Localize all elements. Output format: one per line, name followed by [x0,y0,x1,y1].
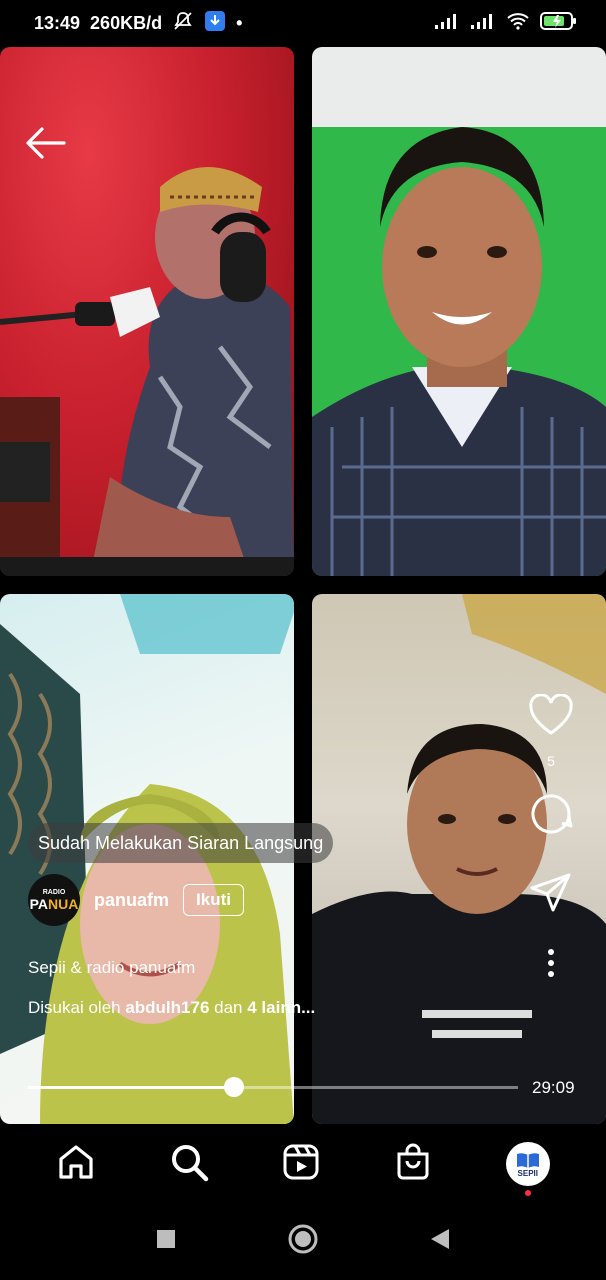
wifi-icon [506,12,530,35]
data-rate: 260KB/d [90,12,163,33]
system-nav [0,1202,606,1280]
clock: 13:49 [34,12,81,33]
heart-icon[interactable] [528,693,574,741]
avatar-logo-nua: NUA [48,896,79,912]
status-dot: • [236,12,243,33]
avatar-logo-pa: PA [29,896,49,912]
comment-icon[interactable] [528,791,574,842]
liked-others[interactable]: 4 lainn... [247,998,315,1017]
live-caption: Sudah Melakukan Siaran Langsung [38,832,324,853]
progress-knob[interactable] [223,1077,244,1097]
elapsed-time: 29:09 [532,1078,575,1097]
playback-progress[interactable] [28,1077,518,1097]
book-logo-icon [516,1152,539,1168]
more-options-icon[interactable] [546,947,556,984]
liked-prefix: Disukai oleh [28,998,126,1017]
liked-mid: dan [209,998,248,1017]
profile-avatar[interactable]: SEPII [505,1142,550,1196]
like-count: 5 [547,753,555,769]
profile-logo-text: SEPII [517,1168,538,1178]
home-system-icon[interactable] [287,1223,319,1260]
signal-icon-2 [470,12,496,35]
status-bar: 13:49 260KB/d • [0,0,606,46]
back-button[interactable] [24,125,68,161]
liked-by[interactable]: Disukai oleh abdulh176 dan 4 lainn... [28,998,315,1018]
guest-green-figure [312,127,606,576]
back-system-icon[interactable] [429,1227,451,1256]
battery-icon [540,11,578,36]
search-icon[interactable] [169,1142,209,1187]
bottom-nav: SEPII [0,1126,606,1202]
notification-dot [524,1190,531,1196]
video-tile-host[interactable] [0,47,294,576]
home-icon[interactable] [56,1142,96,1187]
recent-apps-icon[interactable] [155,1228,177,1255]
share-icon[interactable] [529,872,573,919]
post-description: Sepii & radio panuafm [28,958,196,977]
owner-row: RADIO PANUA panuafm Ikuti [28,874,244,926]
reels-icon[interactable] [281,1142,321,1187]
progress-fill [28,1086,234,1089]
avatar-logo-line2: PANUA [30,897,79,911]
back-arrow-icon [26,127,66,159]
owner-username[interactable]: panuafm [94,890,169,911]
liked-user[interactable]: abdulh176 [125,998,209,1017]
mute-icon [172,11,194,36]
signal-icon [434,12,460,35]
action-rail: 5 [524,693,578,984]
shop-icon[interactable] [393,1142,433,1187]
video-tile-guest-green[interactable] [312,47,606,576]
owner-avatar[interactable]: RADIO PANUA [28,874,80,926]
download-icon [204,10,226,37]
follow-button[interactable]: Ikuti [183,884,244,916]
live-caption-pill: Sudah Melakukan Siaran Langsung [28,823,334,863]
